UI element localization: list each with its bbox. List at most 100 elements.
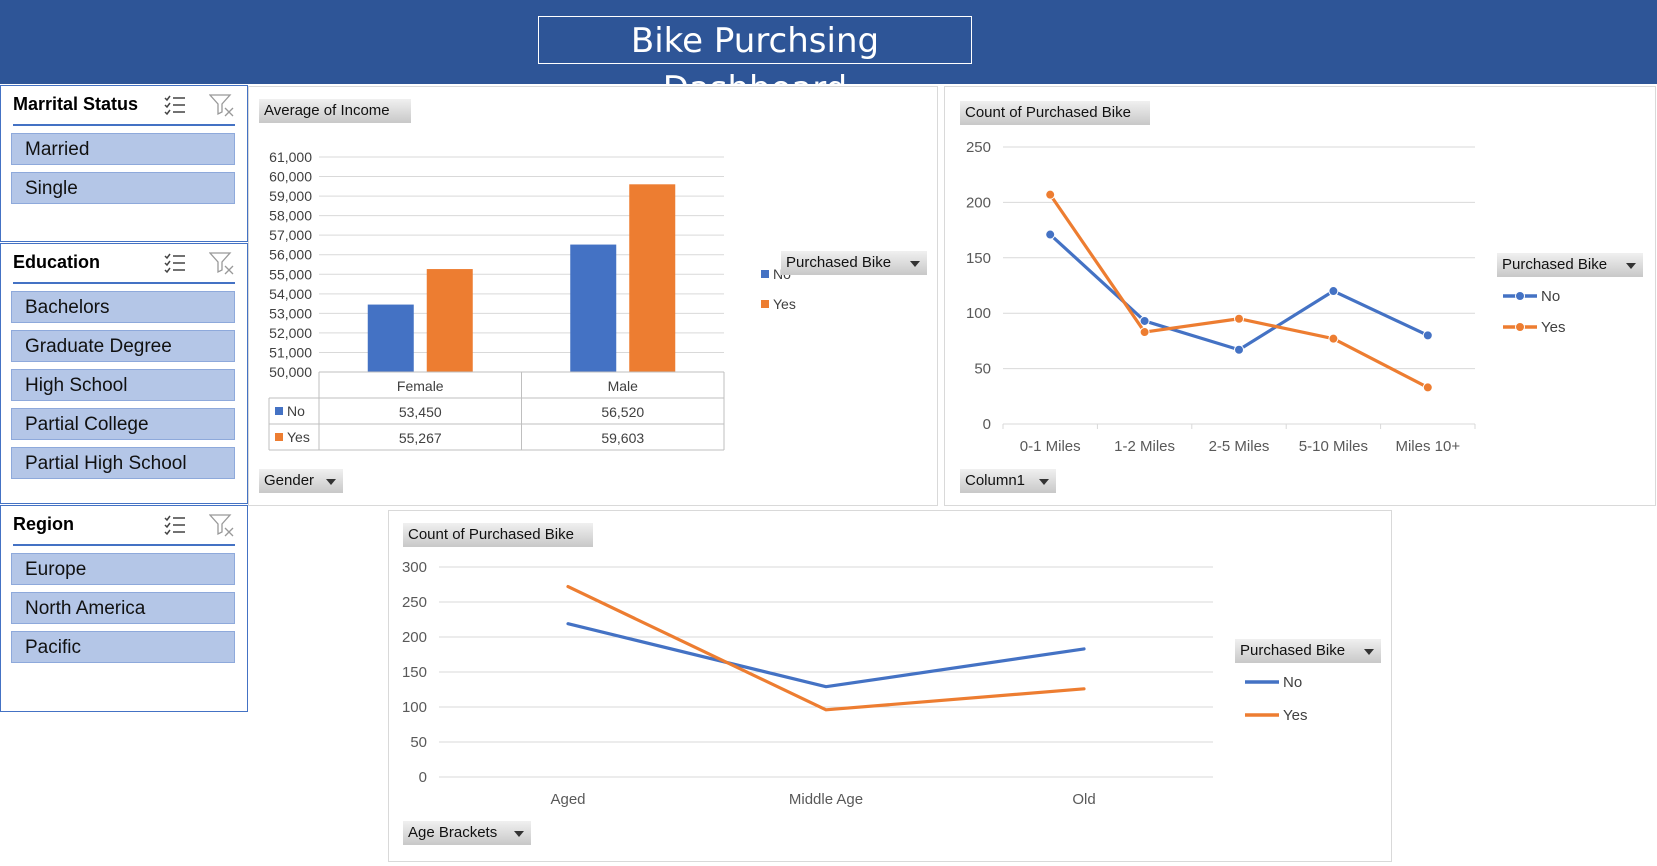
dropdown-arrow-icon <box>910 261 920 267</box>
y-tick-label: 0 <box>419 769 427 786</box>
bar-yes-female <box>426 269 473 372</box>
legend-key <box>761 300 769 308</box>
dropdown-arrow-icon <box>1626 263 1636 269</box>
y-tick-label: 300 <box>402 559 427 576</box>
legend-key <box>761 270 769 278</box>
table-series-label: Yes <box>287 429 310 445</box>
y-tick-label: 100 <box>402 699 427 716</box>
y-tick-label: 52,000 <box>269 325 312 341</box>
bar-no-female <box>367 304 414 372</box>
data-point-no <box>1328 286 1339 297</box>
clear-filter-icon[interactable] <box>209 92 235 118</box>
y-tick-label: 50 <box>410 734 427 751</box>
y-tick-label: 200 <box>966 194 991 211</box>
bar-no-male <box>570 244 617 372</box>
table-cell-value: 59,603 <box>601 430 644 446</box>
legend-field-label: Purchased Bike <box>786 254 892 271</box>
clear-filter-icon[interactable] <box>209 250 235 276</box>
legend-label: Yes <box>1283 707 1307 724</box>
axis-field-label: Gender <box>264 472 315 489</box>
table-cell-value: 55,267 <box>399 430 442 446</box>
axis-field-label: Age Brackets <box>408 824 498 841</box>
dropdown-arrow-icon <box>1039 479 1049 485</box>
commute-chart-panel: Count of Purchased Bike 0 50 100 150 200 250 0… <box>944 86 1656 506</box>
y-tick-label: 54,000 <box>269 286 312 302</box>
slicer-title: Marrital Status <box>13 94 139 114</box>
legend-field-button[interactable]: Purchased Bike <box>1235 639 1381 663</box>
axis-field-button[interactable]: Age Brackets <box>403 821 531 845</box>
table-cell-value: 56,520 <box>601 404 644 420</box>
table-legend-key <box>275 433 283 441</box>
legend-field-button[interactable]: Purchased Bike <box>1497 253 1643 277</box>
x-category-label: 0-1 Miles <box>1020 438 1081 455</box>
y-tick-label: 58,000 <box>269 208 312 224</box>
commute-line-chart: 0 50 100 150 200 250 0-1 Miles 1-2 Miles 2-5 Mil… <box>966 139 1566 455</box>
dropdown-arrow-icon <box>514 831 524 837</box>
slicer-item-married[interactable]: Married <box>11 133 235 165</box>
axis-field-label: Column1 <box>965 472 1026 489</box>
slicer-item-graduate-degree[interactable]: Graduate Degree <box>11 330 235 362</box>
legend-marker <box>1515 322 1525 332</box>
series-line-yes <box>1048 193 1430 390</box>
legend-field-label: Purchased Bike <box>1240 642 1346 659</box>
series-line-no <box>1048 232 1430 352</box>
axis-field-button[interactable]: Column1 <box>960 469 1056 493</box>
data-point-no <box>1139 315 1150 326</box>
x-category-label: 5-10 Miles <box>1299 438 1368 455</box>
y-tick-label: 51,000 <box>269 344 312 360</box>
x-category-label: Miles 10+ <box>1395 438 1460 455</box>
data-point-no <box>1045 229 1056 240</box>
table-cell-value: 53,450 <box>399 404 442 420</box>
multi-select-icon[interactable] <box>163 513 187 537</box>
table-series-label: No <box>287 403 305 419</box>
slicer-item-europe[interactable]: Europe <box>11 553 235 585</box>
slicer-item-single[interactable]: Single <box>11 172 235 204</box>
y-tick-label: 0 <box>983 416 991 433</box>
legend-label: Yes <box>1541 319 1565 336</box>
legend-field-button[interactable]: Purchased Bike <box>781 251 927 275</box>
multi-select-icon[interactable] <box>163 93 187 117</box>
y-tick-label: 250 <box>966 139 991 156</box>
x-category-label: Middle Age <box>789 791 863 808</box>
slicer-education: Education Bachelors Graduate Degree High… <box>0 243 248 504</box>
slicer-item-partial-college[interactable]: Partial College <box>11 408 235 440</box>
y-tick-label: 53,000 <box>269 305 312 321</box>
y-tick-label: 200 <box>402 629 427 646</box>
slicer-item-high-school[interactable]: High School <box>11 369 235 401</box>
y-tick-label: 57,000 <box>269 227 312 243</box>
header-banner: Bike Purchsing Dashboard <box>0 0 1657 109</box>
age-line-chart: 0 50 100 150 200 250 300 Aged Middle Age Old No Yes <box>402 559 1308 808</box>
dropdown-arrow-icon <box>326 479 336 485</box>
slicer-item-north-america[interactable]: North America <box>11 592 235 624</box>
data-point-no <box>1234 344 1244 355</box>
clear-filter-icon[interactable] <box>209 512 235 538</box>
axis-field-button[interactable]: Gender <box>259 469 343 493</box>
series-line-yes <box>566 584 1086 712</box>
slicer-header: Marrital Status <box>13 86 235 126</box>
y-tick-label: 60,000 <box>269 169 312 185</box>
series-line-no <box>566 622 1086 689</box>
y-tick-label: 50,000 <box>269 364 312 380</box>
slicer-item-bachelors[interactable]: Bachelors <box>11 291 235 323</box>
y-tick-label: 100 <box>966 305 991 322</box>
y-tick-label: 50 <box>974 361 991 378</box>
table-legend-key <box>275 407 283 415</box>
page-title: Bike Purchsing Dashboard <box>538 16 972 109</box>
y-tick-label: 150 <box>966 250 991 267</box>
y-tick-label: 250 <box>402 594 427 611</box>
y-tick-label: 150 <box>402 664 427 681</box>
slicer-item-partial-high-school[interactable]: Partial High School <box>11 447 235 479</box>
data-point-yes <box>1234 313 1244 324</box>
legend-label: No <box>1541 288 1560 305</box>
age-chart-panel: Count of Purchased Bike 0 50 100 150 200 250 3… <box>388 510 1392 862</box>
slicer-header: Education <box>13 244 235 284</box>
multi-select-icon[interactable] <box>163 251 187 275</box>
x-category-label: Aged <box>550 791 585 808</box>
legend-field-label: Purchased Bike <box>1502 256 1608 273</box>
y-tick-label: 56,000 <box>269 247 312 263</box>
data-point-yes <box>1422 382 1433 393</box>
slicer-item-pacific[interactable]: Pacific <box>11 631 235 663</box>
x-category-label: 1-2 Miles <box>1114 438 1175 455</box>
data-point-no <box>1422 330 1433 341</box>
data-point-yes <box>1139 327 1150 338</box>
